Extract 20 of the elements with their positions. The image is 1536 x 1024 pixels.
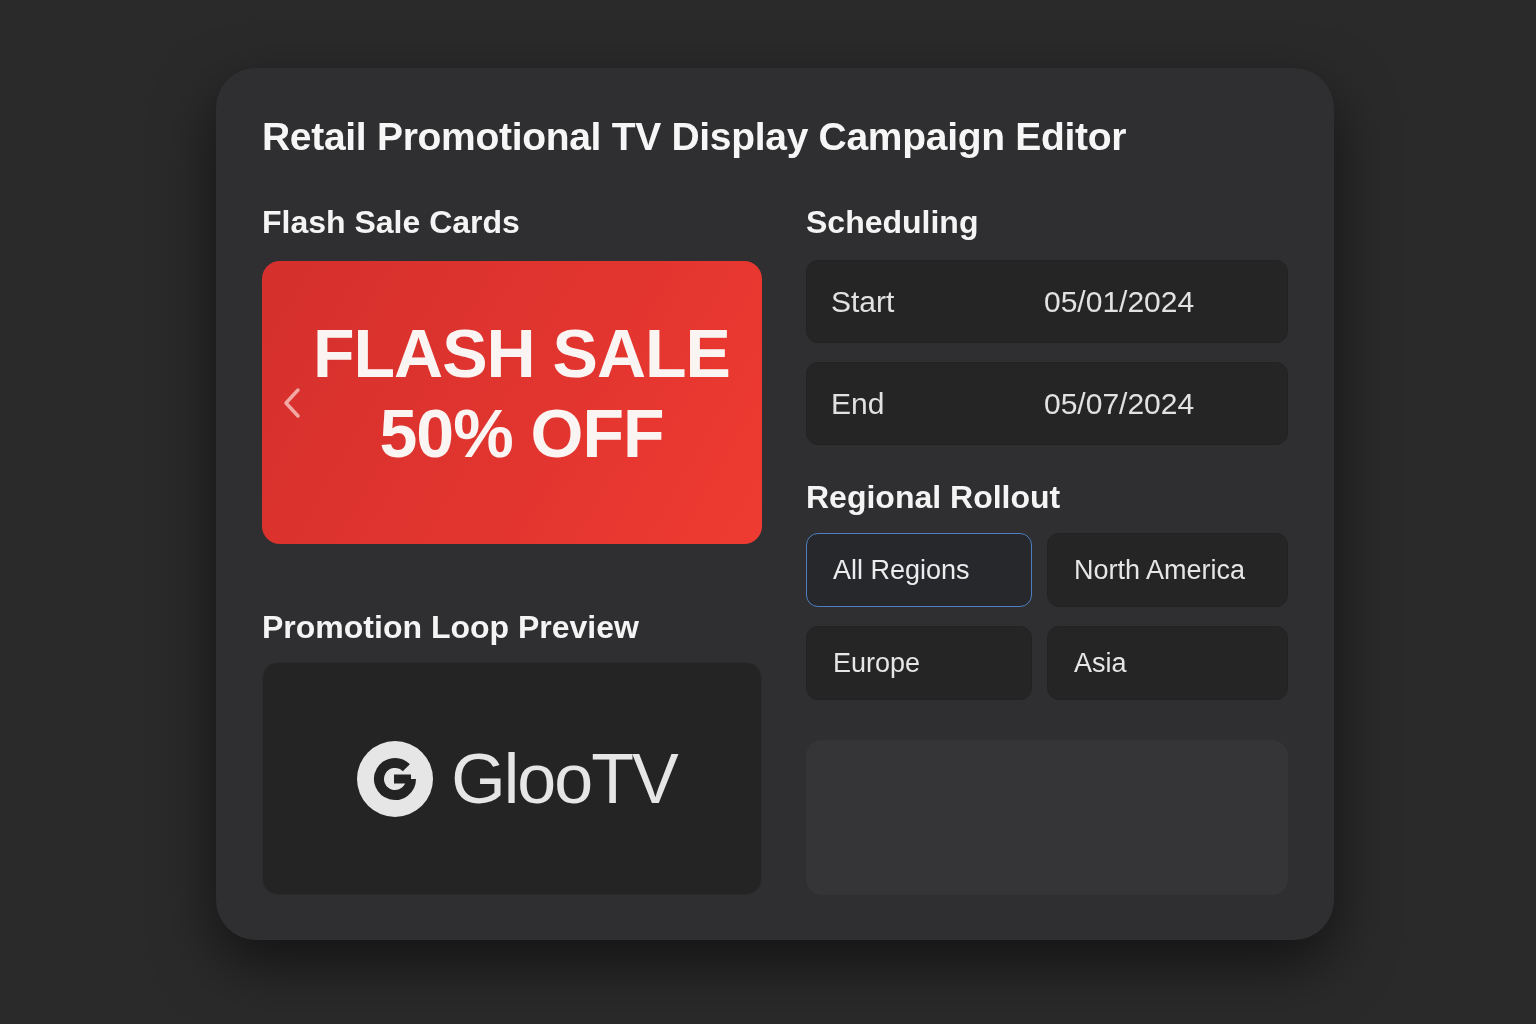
region-button[interactable]: Europe <box>806 626 1032 700</box>
section-heading: Scheduling <box>806 203 980 242</box>
field-label: End <box>831 386 886 422</box>
field-label: Start <box>831 284 896 320</box>
region-button[interactable]: All Regions <box>806 533 1032 607</box>
section-heading: Flash Sale Cards <box>262 203 521 242</box>
region-button[interactable]: Asia <box>1047 626 1288 700</box>
logo-text: GlooTV <box>451 738 677 819</box>
date-field[interactable]: End 05/07/2024 <box>806 362 1288 445</box>
chevron-left-icon[interactable] <box>283 386 301 419</box>
field-value: 05/01/2024 <box>1044 284 1196 320</box>
section-heading: Promotion Loop Preview <box>262 608 640 647</box>
region-button[interactable]: North America <box>1047 533 1288 607</box>
section-heading: Regional Rollout <box>806 478 1062 517</box>
logo-icon <box>357 740 434 817</box>
date-field[interactable]: Start 05/01/2024 <box>806 260 1288 343</box>
window-title: Retail Promotional TV Display Campaign Editor <box>262 114 1128 160</box>
field-value: 05/07/2024 <box>1044 386 1196 422</box>
discount-text: 50% OFF <box>379 393 664 473</box>
sale-headline: FLASH SALE <box>313 313 730 393</box>
